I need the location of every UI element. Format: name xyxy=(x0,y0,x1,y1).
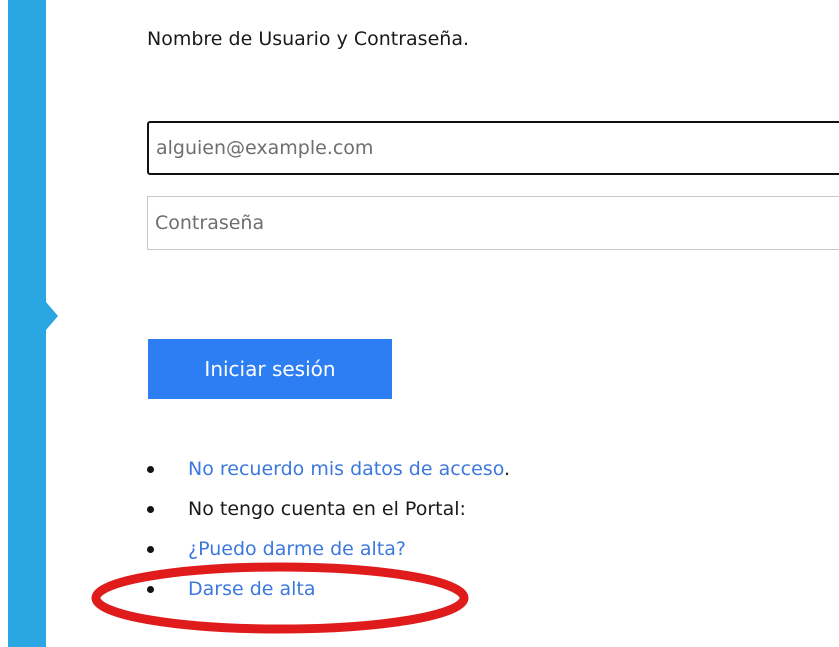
bullet-icon xyxy=(147,506,154,513)
register-link[interactable]: Darse de alta xyxy=(188,578,316,600)
login-instructions: Nombre de Usuario y Contraseña. xyxy=(147,28,469,50)
bullet-icon xyxy=(147,466,154,473)
no-account-text: No tengo cuenta en el Portal: xyxy=(188,498,466,520)
bullet-icon xyxy=(147,546,154,553)
email-field[interactable] xyxy=(147,121,839,175)
left-margin xyxy=(0,0,8,647)
forgot-credentials-link[interactable]: No recuerdo mis datos de acceso xyxy=(188,458,504,480)
login-button[interactable]: Iniciar sesión xyxy=(148,339,392,399)
bullet-icon xyxy=(147,586,154,593)
password-field[interactable] xyxy=(147,196,839,250)
accent-sidebar xyxy=(8,0,46,647)
forgot-link-suffix: . xyxy=(504,458,511,480)
can-register-link[interactable]: ¿Puedo darme de alta? xyxy=(188,538,406,560)
login-page: Nombre de Usuario y Contraseña. Iniciar … xyxy=(0,0,839,647)
sidebar-arrow-icon xyxy=(46,302,58,330)
